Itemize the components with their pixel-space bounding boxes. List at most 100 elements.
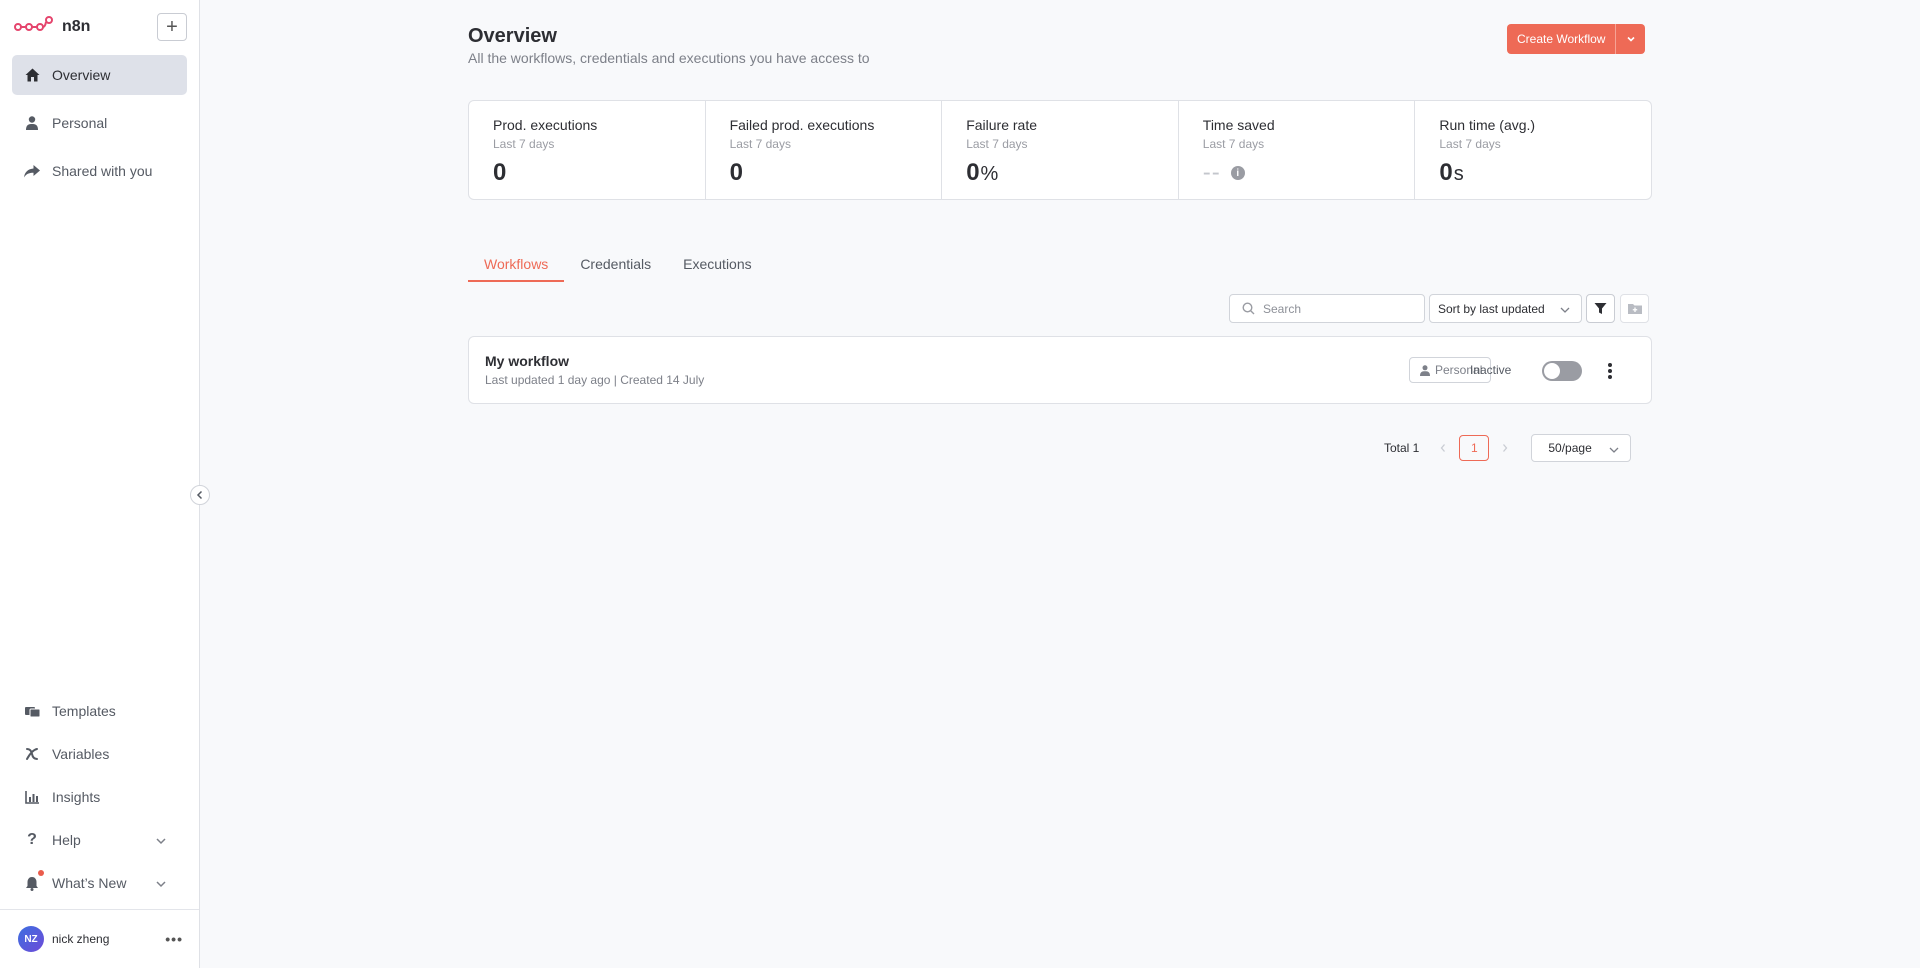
stat-failure-rate[interactable]: Failure rate Last 7 days 0%: [942, 101, 1179, 199]
page-title: Overview: [468, 25, 557, 47]
stat-run-time[interactable]: Run time (avg.) Last 7 days 0s: [1415, 101, 1651, 199]
sidebar-item-whats-new[interactable]: What’s New: [12, 863, 187, 903]
stat-label: Failure rate: [966, 117, 1037, 133]
sidebar-item-variables[interactable]: Variables: [12, 734, 187, 774]
sidebar-item-label: Shared with you: [52, 163, 153, 179]
sidebar-item-help[interactable]: ? Help: [12, 820, 187, 860]
user-icon: [24, 115, 40, 131]
workflow-more-button[interactable]: [1602, 360, 1618, 382]
sidebar-item-shared[interactable]: Shared with you: [12, 151, 187, 191]
n8n-logo-icon: [14, 15, 54, 40]
dot-icon: [1608, 363, 1612, 367]
filter-button[interactable]: [1586, 294, 1615, 323]
sidebar-item-label: Templates: [52, 703, 116, 719]
workflow-active-toggle[interactable]: [1542, 361, 1582, 381]
next-page-button[interactable]: [1495, 443, 1515, 453]
stat-prod-executions[interactable]: Prod. executions Last 7 days 0: [469, 101, 706, 199]
stat-value: 0%: [966, 159, 1000, 186]
page-number-button[interactable]: 1: [1459, 435, 1490, 461]
toggle-knob: [1544, 363, 1560, 379]
variables-icon: [24, 746, 40, 762]
sidebar-item-templates[interactable]: Templates: [12, 691, 187, 731]
create-workflow-dropdown[interactable]: [1615, 24, 1646, 54]
insights-summary: Prod. executions Last 7 days 0 Failed pr…: [468, 100, 1652, 200]
sidebar-item-label: Personal: [52, 115, 108, 131]
page-size-select[interactable]: 50/page: [1531, 434, 1632, 462]
stat-value: 0: [729, 159, 744, 186]
chevron-left-icon: [1441, 444, 1446, 452]
stat-label: Failed prod. executions: [729, 117, 875, 133]
create-workflow-group: Create Workflow: [1507, 24, 1646, 54]
stat-value: 0: [493, 159, 508, 186]
stat-period: Last 7 days: [966, 137, 1028, 151]
workflow-meta: Last updated 1 day ago | Created 14 July: [485, 373, 705, 387]
filter-icon: [1594, 303, 1607, 314]
create-workflow-button[interactable]: Create Workflow: [1507, 24, 1616, 54]
stat-value: 0s: [1439, 159, 1465, 186]
stat-label: Run time (avg.): [1439, 117, 1536, 133]
resource-tabs: Workflows Credentials Executions: [468, 252, 768, 282]
main-content: Overview All the workflows, credentials …: [200, 0, 1920, 968]
home-icon: [24, 67, 40, 83]
page-size-label: 50/page: [1548, 441, 1592, 455]
sidebar-item-overview[interactable]: Overview: [12, 55, 187, 95]
page-subtitle: All the workflows, credentials and execu…: [468, 50, 870, 66]
user-row[interactable]: NZ nick zheng •••: [18, 925, 183, 953]
pagination: Total 1 1 50/page: [1384, 434, 1632, 462]
workflow-name[interactable]: My workflow: [485, 353, 569, 369]
sidebar-item-insights[interactable]: Insights: [12, 777, 187, 817]
share-icon: [24, 163, 40, 179]
stat-period: Last 7 days: [493, 137, 555, 151]
divider: [0, 909, 199, 910]
user-icon: [1420, 364, 1430, 376]
chevron-down-icon: [155, 834, 167, 846]
chevron-down-icon: [155, 877, 167, 889]
tab-executions[interactable]: Executions: [667, 252, 767, 282]
dot-icon: [1608, 375, 1612, 379]
folder-plus-icon: [1627, 304, 1642, 314]
stat-failed-prod-executions[interactable]: Failed prod. executions Last 7 days 0: [706, 101, 943, 199]
user-menu-button[interactable]: •••: [165, 931, 183, 947]
search-box: [1229, 294, 1425, 323]
help-icon: ?: [27, 831, 37, 848]
chevron-right-icon: [1503, 444, 1508, 452]
insights-icon: [24, 789, 40, 805]
stat-label: Time saved: [1202, 117, 1275, 133]
search-input[interactable]: [1263, 301, 1413, 316]
stat-label: Prod. executions: [493, 117, 598, 133]
workflow-status: Inactive: [1470, 363, 1512, 377]
new-folder-button[interactable]: [1620, 294, 1649, 323]
add-button[interactable]: +: [157, 13, 187, 41]
sidebar-item-label: Variables: [52, 746, 110, 762]
dot-icon: [1608, 369, 1612, 373]
sidebar-item-label: Overview: [52, 67, 111, 83]
sidebar: n8n + Overview Personal Shared with you …: [0, 0, 200, 968]
user-name: nick zheng: [52, 932, 110, 946]
sort-select[interactable]: Sort by last updated: [1429, 294, 1582, 323]
chevron-down-icon: [1627, 36, 1635, 42]
stat-period: Last 7 days: [729, 137, 791, 151]
chevron-down-icon: [1560, 307, 1570, 313]
sort-label: Sort by last updated: [1438, 301, 1545, 316]
stat-value: -- i: [1203, 159, 1391, 187]
stat-time-saved[interactable]: Time saved Last 7 days -- i: [1179, 101, 1416, 199]
sidebar-item-personal[interactable]: Personal: [12, 103, 187, 143]
stat-unit: %: [980, 163, 1000, 185]
workflow-card[interactable]: My workflow Last updated 1 day ago | Cre…: [468, 336, 1652, 404]
brand-name: n8n: [62, 18, 91, 35]
bell-icon: [24, 875, 40, 891]
stat-unit: s: [1453, 163, 1465, 185]
tab-workflows[interactable]: Workflows: [468, 252, 565, 282]
sidebar-item-label: What’s New: [52, 875, 127, 891]
pagination-total: Total 1: [1384, 441, 1420, 455]
tab-credentials[interactable]: Credentials: [564, 252, 667, 282]
templates-icon: [24, 703, 40, 719]
chevron-down-icon: [1609, 447, 1619, 453]
stat-period: Last 7 days: [1439, 137, 1501, 151]
info-icon[interactable]: i: [1230, 166, 1245, 180]
sidebar-item-label: Help: [52, 832, 81, 848]
prev-page-button[interactable]: [1433, 443, 1453, 453]
avatar: NZ: [18, 926, 44, 952]
stat-period: Last 7 days: [1202, 137, 1265, 151]
brand[interactable]: n8n: [14, 14, 90, 40]
